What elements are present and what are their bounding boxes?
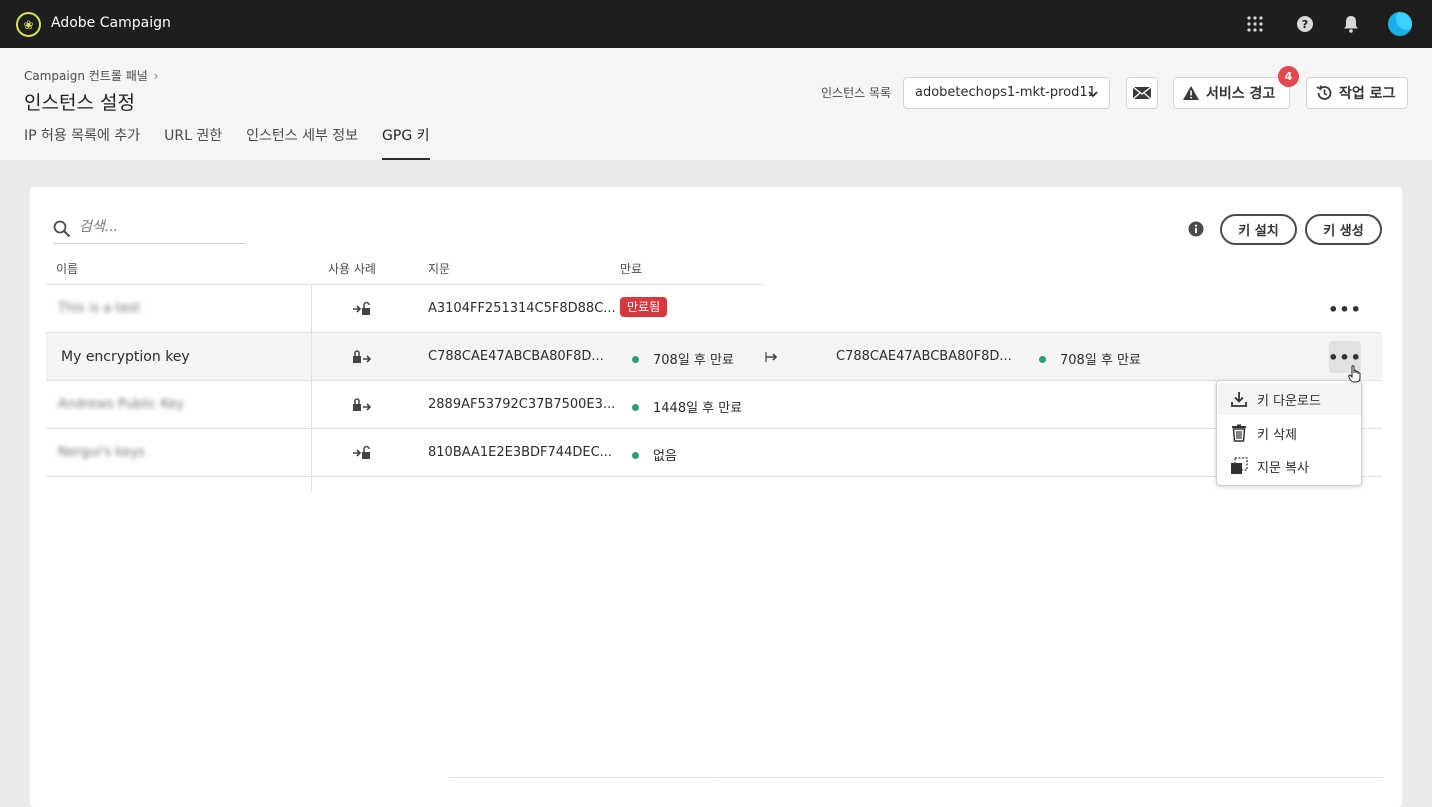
expiry-text: 708일 후 만료: [653, 353, 734, 368]
decrypt-key-icon: [352, 300, 372, 322]
history-icon: [1315, 84, 1333, 102]
alert-count-badge: 4: [1278, 66, 1299, 87]
expiry-status: 없음: [632, 445, 677, 464]
column-divider: [311, 285, 312, 492]
menu-item-copy-fingerprint[interactable]: 지문 복사: [1218, 450, 1361, 482]
avatar[interactable]: [1388, 12, 1412, 36]
instance-select[interactable]: adobetechops1-mkt-prod11: [903, 77, 1110, 109]
expiry-status: 1448일 후 만료: [632, 397, 742, 416]
fingerprint: 810BAA1E2E3BDF744DEC...: [428, 445, 613, 460]
page-title: 인스턴스 설정: [24, 92, 135, 114]
gpg-keys-card: 키 설치 키 생성 이름 사용 사례 지문 만료 This is a test …: [30, 187, 1402, 807]
fingerprint: 2889AF53792C37B7500E3...: [428, 397, 616, 412]
table-row[interactable]: My encryption key C788CAE47ABCBA80F8D...…: [46, 333, 1382, 381]
instance-select-value: adobetechops1-mkt-prod11: [915, 85, 1096, 100]
menu-item-delete-key[interactable]: 키 삭제: [1218, 417, 1361, 449]
chevron-down-icon: [1087, 84, 1099, 103]
key-name: Andrews Public Key: [58, 397, 185, 412]
tab-gpg-keys[interactable]: GPG 키: [382, 127, 430, 160]
status-dot: [632, 452, 639, 459]
bell-icon[interactable]: [1339, 12, 1363, 36]
top-bar: ❀ Adobe Campaign ?: [0, 0, 1432, 48]
install-key-button[interactable]: 키 설치: [1220, 214, 1297, 245]
tab-instance-details[interactable]: 인스턴스 세부 정보: [246, 127, 358, 160]
job-log-label: 작업 로그: [1339, 86, 1396, 102]
column-header-fingerprint[interactable]: 지문: [428, 260, 450, 277]
tab-url-permissions[interactable]: URL 권한: [164, 127, 222, 160]
app-title: Adobe Campaign: [51, 15, 171, 31]
row-actions-menu: 키 다운로드 키 삭제 지문 복사: [1216, 380, 1362, 486]
mail-icon: [1132, 85, 1152, 101]
search-field[interactable]: [53, 216, 246, 244]
adobe-campaign-logo[interactable]: ❀: [16, 12, 41, 37]
fingerprint: C788CAE47ABCBA80F8D...: [428, 349, 604, 364]
expiry-text: 없음: [653, 449, 677, 464]
fingerprint: A3104FF251314C5F8D88C...: [428, 301, 616, 316]
tab-ip-allowlist[interactable]: IP 허용 목록에 추가: [24, 127, 140, 160]
hand-cursor-icon: [1348, 365, 1362, 387]
svg-text:?: ?: [1302, 18, 1308, 31]
expiry-status: 708일 후 만료: [632, 349, 734, 368]
column-header-expiry[interactable]: 만료: [620, 260, 642, 277]
menu-item-label: 키 삭제: [1257, 427, 1298, 443]
status-dot: [632, 356, 639, 363]
service-alert-button[interactable]: 서비스 경고: [1173, 77, 1290, 109]
help-icon[interactable]: ?: [1293, 12, 1317, 36]
table-row[interactable]: Nergui's keys 810BAA1E2E3BDF744DEC... 없음: [46, 429, 1382, 477]
table-row[interactable]: This is a test A3104FF251314C5F8D88C... …: [46, 285, 1382, 333]
job-log-button[interactable]: 작업 로그: [1306, 77, 1408, 109]
search-input[interactable]: [79, 219, 239, 235]
tab-bar: IP 허용 목록에 추가 URL 권한 인스턴스 세부 정보 GPG 키: [24, 127, 454, 160]
encrypt-key-icon: [352, 348, 372, 370]
key-name: Nergui's keys: [58, 445, 145, 460]
expiry-status: 만료됨: [620, 297, 668, 317]
more-actions-button[interactable]: •••: [1328, 293, 1361, 325]
drag-handle-icon[interactable]: [765, 351, 779, 367]
menu-item-label: 지문 복사: [1257, 460, 1309, 476]
drag-preview-fingerprint: C788CAE47ABCBA80F8D...: [836, 349, 1012, 364]
column-header-use-case[interactable]: 사용 사례: [328, 260, 376, 277]
download-icon: [1230, 390, 1248, 408]
footer-divider: [720, 777, 1383, 778]
page-header: Campaign 컨트롤 패널 › 인스턴스 설정 IP 허용 목록에 추가 UR…: [0, 48, 1432, 160]
apps-grid-icon[interactable]: [1243, 12, 1267, 36]
footer-divider: [449, 777, 719, 778]
expiry-text: 1448일 후 만료: [653, 401, 743, 416]
chevron-right-icon: ›: [153, 69, 159, 83]
instance-list-label: 인스턴스 목록: [821, 86, 892, 100]
trash-icon: [1230, 424, 1248, 442]
status-dot: [632, 404, 639, 411]
search-icon: [53, 220, 71, 242]
expired-badge: 만료됨: [620, 297, 668, 317]
info-icon[interactable]: [1188, 221, 1204, 241]
decrypt-key-icon: [352, 444, 372, 466]
menu-item-label: 키 다운로드: [1257, 393, 1321, 409]
key-name: This is a test: [58, 301, 141, 316]
service-alert-label: 서비스 경고: [1206, 86, 1276, 102]
warning-icon: [1182, 85, 1200, 101]
copy-icon: [1230, 457, 1248, 475]
mail-settings-button[interactable]: [1126, 77, 1158, 109]
breadcrumb[interactable]: Campaign 컨트롤 패널 ›: [24, 67, 159, 84]
generate-key-button[interactable]: 키 생성: [1305, 214, 1382, 245]
key-name: My encryption key: [61, 349, 190, 365]
drag-preview-expiry: 708일 후 만료: [1039, 349, 1141, 368]
status-dot: [1039, 356, 1046, 363]
expiry-text: 708일 후 만료: [1060, 353, 1141, 368]
table-row[interactable]: Andrews Public Key 2889AF53792C37B7500E3…: [46, 381, 1382, 429]
encrypt-key-icon: [352, 396, 372, 418]
menu-item-download-key[interactable]: 키 다운로드: [1218, 383, 1361, 415]
breadcrumb-parent[interactable]: Campaign 컨트롤 패널: [24, 69, 148, 83]
column-header-name[interactable]: 이름: [56, 260, 78, 277]
